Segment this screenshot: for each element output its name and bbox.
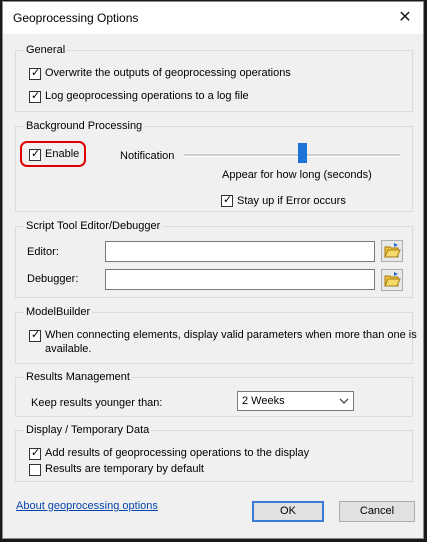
- display-temporary-group-label: Display / Temporary Data: [24, 424, 152, 436]
- keep-results-select[interactable]: 2 Weeks: [237, 391, 354, 411]
- stay-up-error-label: Stay up if Error occurs: [237, 195, 346, 207]
- notification-slider-track[interactable]: [184, 154, 400, 157]
- checkmark-icon: ✓: [31, 446, 41, 459]
- keep-results-label: Keep results younger than:: [31, 397, 163, 409]
- overwrite-outputs-label: Overwrite the outputs of geoprocessing o…: [45, 67, 291, 79]
- keep-results-value: 2 Weeks: [242, 395, 285, 407]
- open-folder-icon: [384, 243, 401, 258]
- checkmark-icon: ✓: [31, 89, 41, 102]
- editor-path-field[interactable]: [105, 241, 375, 262]
- log-operations-checkbox[interactable]: ✓: [29, 89, 41, 103]
- close-icon[interactable]: ✕: [393, 6, 417, 30]
- general-group: General ✓ Overwrite the outputs of geopr…: [15, 44, 413, 112]
- appear-duration-label: Appear for how long (seconds): [222, 169, 372, 181]
- results-management-group-label: Results Management: [24, 371, 132, 383]
- modelbuilder-group: ModelBuilder ✓ When connecting elements,…: [15, 306, 417, 364]
- notification-slider-thumb[interactable]: [298, 143, 308, 163]
- script-tool-group: Script Tool Editor/Debugger Editor: Debu…: [15, 220, 413, 298]
- window-title: Geoprocessing Options: [13, 11, 139, 25]
- valid-parameters-checkbox[interactable]: ✓: [29, 328, 41, 342]
- notification-label: Notification: [120, 150, 175, 162]
- checkmark-icon: ✓: [31, 328, 41, 341]
- checkmark-icon: ✓: [31, 66, 41, 79]
- overwrite-outputs-checkbox[interactable]: ✓: [29, 66, 41, 80]
- open-folder-icon: [384, 272, 401, 287]
- editor-label: Editor:: [27, 246, 59, 258]
- script-tool-group-label: Script Tool Editor/Debugger: [24, 220, 163, 232]
- debugger-browse-button[interactable]: [381, 269, 403, 291]
- editor-browse-button[interactable]: [381, 240, 403, 262]
- log-operations-label: Log geoprocessing operations to a log fi…: [45, 90, 249, 102]
- checkmark-icon: ✓: [31, 147, 41, 160]
- background-processing-group-label: Background Processing: [24, 120, 145, 132]
- results-management-group: Results Management Keep results younger …: [15, 371, 413, 417]
- general-group-label: General: [24, 44, 68, 56]
- enable-background-checkbox[interactable]: ✓: [29, 147, 41, 161]
- cancel-button[interactable]: Cancel: [339, 501, 415, 522]
- modelbuilder-group-label: ModelBuilder: [24, 306, 93, 318]
- temporary-results-label: Results are temporary by default: [45, 463, 204, 475]
- title-bar: Geoprocessing Options ✕: [3, 2, 423, 34]
- display-temporary-group: Display / Temporary Data ✓ Add results o…: [15, 424, 413, 482]
- about-geoprocessing-link[interactable]: About geoprocessing options: [16, 500, 158, 512]
- geoprocessing-options-dialog: Geoprocessing Options ✕ General ✓ Overwr…: [2, 1, 424, 539]
- debugger-path-field[interactable]: [105, 269, 375, 290]
- temporary-results-checkbox[interactable]: [29, 464, 41, 476]
- chevron-down-icon: [339, 398, 349, 404]
- debugger-label: Debugger:: [27, 273, 79, 285]
- stay-up-error-checkbox[interactable]: ✓: [221, 193, 233, 207]
- add-results-display-label: Add results of geoprocessing operations …: [45, 447, 310, 459]
- checkmark-icon: ✓: [223, 193, 233, 206]
- enable-background-label: Enable: [45, 148, 80, 160]
- valid-parameters-label-line2: available.: [45, 343, 92, 355]
- add-results-display-checkbox[interactable]: ✓: [29, 446, 41, 460]
- valid-parameters-label-line1: When connecting elements, display valid …: [45, 329, 417, 341]
- ok-button[interactable]: OK: [252, 501, 324, 522]
- background-processing-group: Background Processing ✓ Enable Notificat…: [15, 120, 413, 212]
